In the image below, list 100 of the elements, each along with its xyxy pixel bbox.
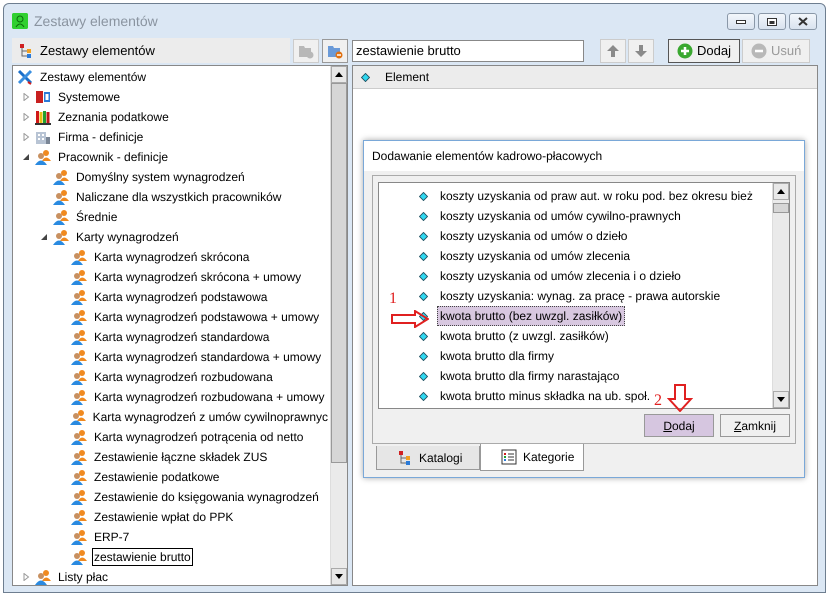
tree-item[interactable]: Naliczane dla wszystkich pracowników [74,188,284,206]
expand-triangle-icon[interactable] [22,133,30,141]
tree-item[interactable]: Karta wynagrodzeń podstawowa [92,288,270,306]
up-triangle-icon [777,189,785,194]
people-icon [71,549,87,565]
list-item[interactable]: kwota brutto (bez uwzgl. zasiłków) [437,306,626,326]
tree-item[interactable]: Zestawy elementów [38,68,148,86]
people-icon [53,209,69,225]
list-item[interactable]: kwota brutto dla firmy narastająco [437,366,622,386]
column-header[interactable]: Element [377,70,430,84]
people-icon [71,469,87,485]
add-button[interactable]: Dodaj [668,38,740,62]
people-icon [71,369,87,385]
people-icon [71,449,87,465]
collapse-triangle-icon[interactable] [40,233,48,241]
people-icon [53,189,69,205]
hierarchy-icon [18,42,34,58]
people-icon [35,149,51,165]
tab[interactable]: Katalogi [376,446,480,470]
tree-item[interactable]: Karty wynagrodzeń [74,228,181,246]
list-item[interactable]: kwota brutto dla firmy [437,346,558,366]
diamond-icon [419,292,428,300]
name-field[interactable]: zestawienie brutto [352,40,584,62]
people-icon [35,569,51,585]
tree-item[interactable]: Karta wynagrodzeń standardowa + umowy [92,348,324,366]
list-icon [501,449,517,465]
down-arrow-icon [633,42,649,58]
hierarchy-icon [397,450,413,466]
tree-item[interactable]: Zestawienie podatkowe [92,468,222,486]
people-icon [71,429,87,445]
collapse-triangle-icon[interactable] [22,153,30,161]
scroll-thumb[interactable] [773,203,789,213]
annotation-arrow [391,310,429,328]
tree-item[interactable]: Karta wynagrodzeń rozbudowana + umowy [92,388,326,406]
minus-icon [750,42,767,58]
annotation-number: 2 [654,392,662,410]
dialog-title: Dodawanie elementów kadrowo-płacowych [372,149,602,163]
tree-item[interactable]: Systemowe [56,88,122,106]
tree-item[interactable]: Zestawienie łączne składek ZUS [92,448,270,466]
tree-item[interactable]: Karta wynagrodzeń z umów cywilnoprawnyc [90,408,330,426]
tools-icon [17,69,33,85]
expand-triangle-icon[interactable] [22,93,30,101]
tree-item[interactable]: Karta wynagrodzeń rozbudowana [92,368,275,386]
people-icon [71,249,87,265]
scroll-up-button[interactable] [331,66,347,83]
close-button[interactable] [789,13,817,30]
list-item[interactable]: koszty uzyskania od umów zlecenia [437,246,634,266]
tree-item[interactable]: Karta wynagrodzeń podstawowa + umowy [92,308,322,326]
dialog-button[interactable]: Dodaj [644,414,714,437]
tree-item[interactable]: Zestawienie do księgowania wynagrodzeń [92,488,321,506]
tree-item[interactable]: Karta wynagrodzeń skrócona + umowy [92,268,304,286]
list-item[interactable]: koszty uzyskania od umów o dzieło [437,226,630,246]
people-icon [71,329,87,345]
tree-item[interactable]: zestawienie brutto [92,548,193,566]
dialog-button[interactable]: Zamknij [720,414,790,437]
tree-item[interactable]: Średnie [74,208,120,226]
diamond-icon [419,192,428,200]
panel-title: Zestawy elementów [40,43,155,58]
people-icon [71,389,87,405]
down-triangle-icon [777,397,785,402]
people-icon [70,409,86,425]
diamond-icon [419,272,428,280]
list-item[interactable]: koszty uzyskania: wynag. za pracę - prawa autorskie [437,286,724,306]
tree-item[interactable]: Domyślny system wynagrodzeń [74,168,247,186]
maximize-button[interactable] [758,13,786,30]
diamond-icon [419,232,428,240]
expand-triangle-icon[interactable] [22,573,30,581]
diamond-icon [419,372,428,380]
minimize-button[interactable] [727,13,755,30]
list-item[interactable]: koszty uzyskania od umów cywilno-prawnych [437,206,684,226]
tree-item[interactable]: ERP-7 [92,528,132,546]
scroll-up-button[interactable] [773,183,789,200]
people-icon [71,489,87,505]
list-item[interactable]: koszty uzyskania od umów zlecenia i o dzieło [437,266,684,286]
scroll-down-button[interactable] [773,391,789,408]
diamond-icon [360,72,370,82]
scroll-thumb[interactable] [331,83,347,463]
scroll-down-button[interactable] [331,568,347,585]
tab[interactable]: Kategorie [480,444,584,471]
people-icon [53,169,69,185]
tree-item[interactable]: Firma - definicje [56,128,146,146]
tree-item[interactable]: Karta wynagrodzeń skrócona [92,248,252,266]
annotation-arrow [667,384,693,412]
building-icon [35,129,51,145]
diamond-icon [419,252,428,260]
tree-item[interactable]: Listy płac [56,568,110,585]
tree-item[interactable]: Karta wynagrodzeń standardowa [92,328,272,346]
tree-item[interactable]: Zeznania podatkowe [56,108,171,126]
diamond-icon [419,332,428,340]
diamond-icon [419,392,428,400]
people-icon [71,529,87,545]
expand-triangle-icon[interactable] [22,113,30,121]
tree-item[interactable]: Pracownik - definicje [56,148,170,166]
tree-item[interactable]: Zestawienie wpłat do PPK [92,508,236,526]
list-item[interactable]: koszty uzyskania od praw aut. w roku pod. bez okresu bież [437,186,756,206]
diamond-icon [419,212,428,220]
list-item[interactable]: kwota brutto (z uwzgl. zasiłków) [437,326,612,346]
list-item[interactable]: kwota brutto minus składka na ub. społ. [437,386,654,406]
diamond-icon [419,312,428,320]
tree-item[interactable]: Karta wynagrodzeń potrącenia od netto [92,428,306,446]
